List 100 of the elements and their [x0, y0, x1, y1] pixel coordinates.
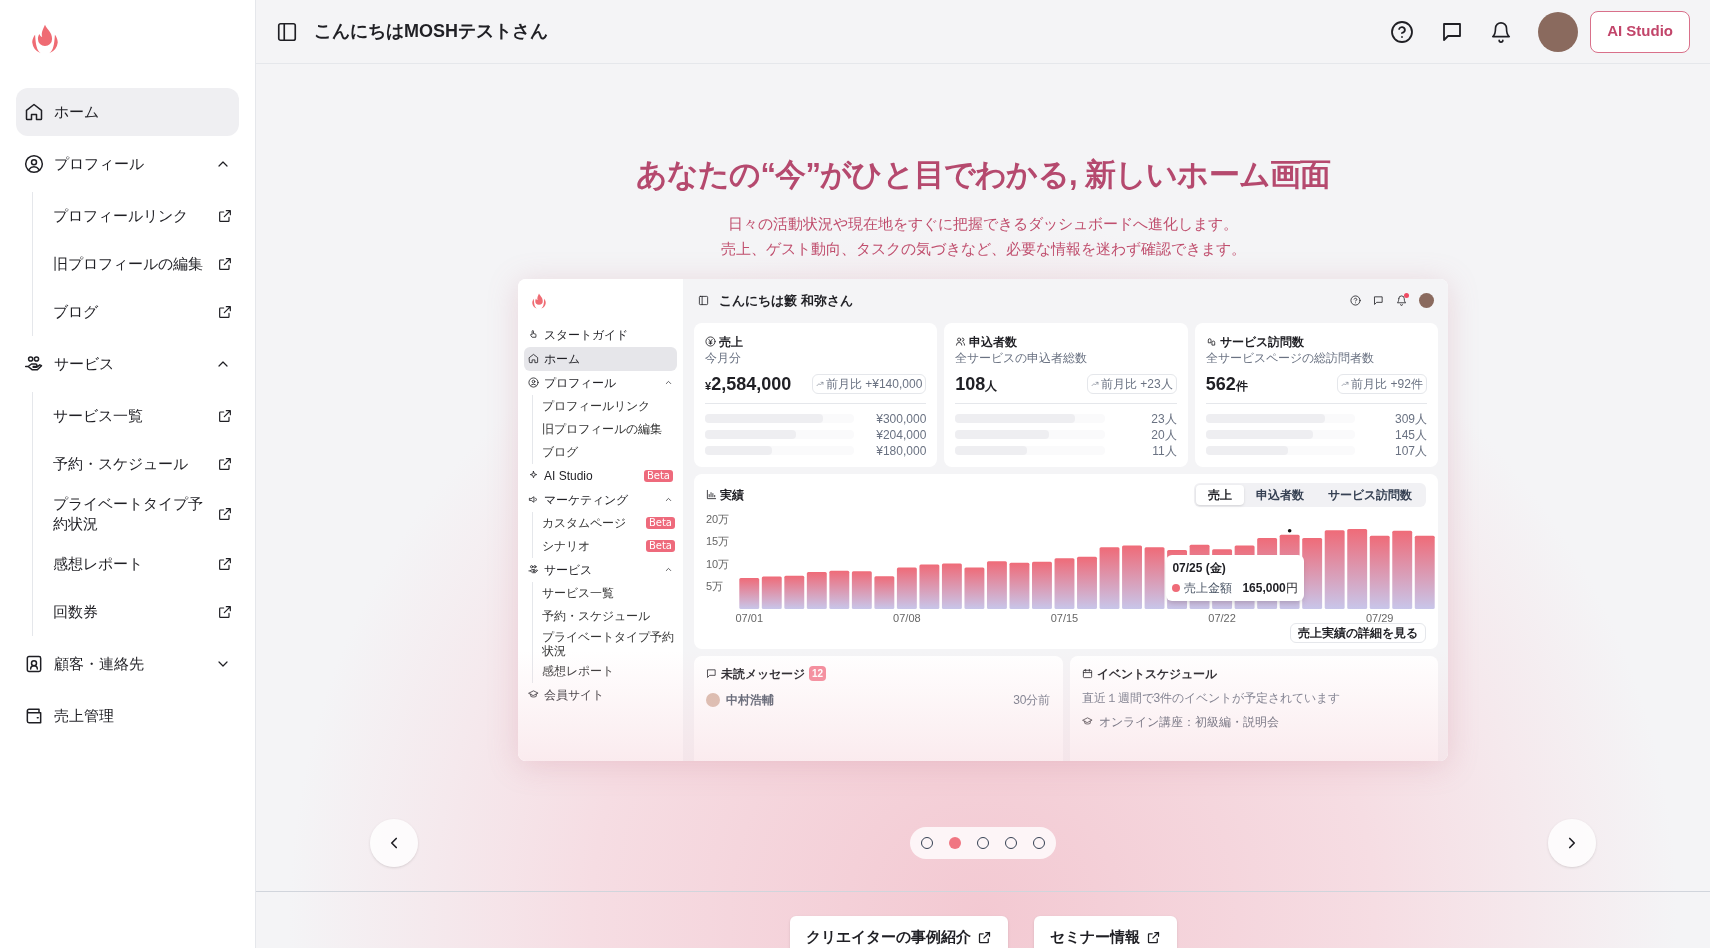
count-badge: 12: [809, 666, 827, 681]
nav-item[interactable]: ホーム: [524, 346, 677, 371]
yen-coin-icon: [705, 336, 716, 347]
nav-item[interactable]: ホーム: [16, 88, 239, 136]
help-icon: [1350, 295, 1361, 306]
avatar[interactable]: [1538, 11, 1579, 52]
row-value: 20人: [1150, 426, 1177, 444]
chart-bar: [784, 575, 805, 609]
chart-bar: [1077, 556, 1097, 609]
hero-title: あなたの“今”がひと目でわかる, 新しいホーム画面: [635, 156, 1331, 194]
external-link-icon: [217, 506, 233, 522]
chart-tab[interactable]: 売上: [1196, 484, 1244, 505]
external-link-button[interactable]: セミナー情報: [1033, 915, 1177, 948]
external-link-icon: [217, 304, 233, 320]
chart-bar: [1144, 546, 1165, 609]
nav-subitem[interactable]: プライベートタイプ予約状況: [33, 488, 239, 540]
nav-item[interactable]: 会員サイト: [524, 682, 677, 707]
stat-subtitle: 全サービスの申込者総数: [955, 350, 1089, 366]
nav-item[interactable]: マーケティング: [524, 487, 677, 512]
beta-badge: Beta: [645, 517, 675, 529]
stat-value: 108人: [955, 372, 999, 396]
pointer-hand-icon: [528, 329, 539, 340]
chevron-up-icon: [664, 378, 673, 387]
nav-subitem[interactable]: 予約・スケジュール: [33, 440, 239, 488]
nav-subitem[interactable]: サービス一覧: [33, 392, 239, 440]
nav-item[interactable]: プロフィール: [524, 370, 677, 395]
details-button[interactable]: 売上実績の詳細を見る: [1290, 622, 1426, 643]
hand-icon: [528, 564, 539, 575]
row-value: 145人: [1393, 426, 1427, 444]
chevron-up-icon: [664, 495, 673, 504]
external-link-icon: [217, 604, 233, 620]
nav-subitem[interactable]: ブログ: [33, 288, 239, 336]
megaphone-icon: [528, 494, 539, 505]
nav-item[interactable]: AI Studio Beta: [524, 463, 677, 488]
axis-label: 07/15: [1050, 611, 1079, 624]
chart-bar: [964, 567, 985, 609]
nav-subitem[interactable]: プロフィールリンク: [33, 192, 239, 240]
trend-up-icon: [1090, 379, 1099, 388]
chart-bar: [1302, 537, 1323, 609]
ai-studio-button[interactable]: AI Studio: [1590, 10, 1690, 53]
avatar: [706, 692, 720, 707]
nav-item[interactable]: スタートガイド: [524, 322, 677, 347]
nav-subitem[interactable]: カスタムページ Beta: [533, 511, 677, 535]
chart-tab[interactable]: 申込者数: [1244, 484, 1316, 505]
nav-subitem[interactable]: 感想レポート: [533, 659, 677, 683]
stat-subtitle: 全サービスページの総訪問者数: [1205, 350, 1375, 366]
sidebar-toggle-icon: [276, 20, 298, 43]
axis-label: 07/01: [735, 611, 763, 624]
stat-title: サービス訪問数: [1219, 333, 1304, 351]
nav-subitem[interactable]: ブログ: [533, 440, 677, 464]
nav-subitem[interactable]: 旧プロフィールの編集: [533, 417, 677, 441]
tooltip-date: 07/25 (金): [1172, 559, 1227, 577]
nav-item[interactable]: プロフィール: [16, 140, 239, 188]
chevron-up-icon: [664, 565, 673, 574]
external-link-icon: [217, 408, 233, 424]
nav-subitem[interactable]: プロフィールリンク: [533, 394, 677, 418]
nav-subitem[interactable]: 予約・スケジュール: [533, 604, 677, 628]
sender-name: 中村浩輔: [726, 691, 775, 709]
nav-item[interactable]: 売上管理: [16, 692, 239, 740]
chart-bar: [1032, 561, 1052, 609]
stat-value: ¥2,584,000: [705, 372, 793, 396]
stat-value: 562件: [1205, 372, 1249, 396]
contact-card-icon: [24, 654, 44, 674]
bell-icon: [1396, 295, 1407, 306]
bell-icon: [1490, 20, 1513, 43]
chart-tab[interactable]: サービス訪問数: [1316, 484, 1424, 505]
axis-label: 07/08: [893, 611, 921, 624]
axis-label: 07/29: [1365, 611, 1394, 624]
nav-subitem[interactable]: 感想レポート: [33, 540, 239, 588]
nav-subitem[interactable]: 回数券: [33, 588, 239, 636]
nav-item[interactable]: サービス: [524, 557, 677, 582]
external-link-icon: [1145, 930, 1161, 945]
stat-subtitle: 今月分: [705, 350, 742, 366]
avatar[interactable]: [1419, 293, 1434, 308]
chart-bar: [874, 575, 895, 609]
external-link-icon: [217, 556, 233, 572]
graduation-cap-icon: [1081, 716, 1093, 727]
events-summary: 直近１週間で3件のイベントが予定されています: [1081, 689, 1342, 707]
chat-icon: [1373, 295, 1384, 306]
card-title: 未読メッセージ: [721, 665, 805, 683]
calendar-icon: [1081, 668, 1093, 679]
chart-bar: [761, 576, 782, 609]
row-value: 23人: [1150, 410, 1177, 428]
nav-subitem[interactable]: 旧プロフィールの編集: [33, 240, 239, 288]
nav-item[interactable]: サービス: [16, 340, 239, 388]
nav-subitem[interactable]: サービス一覧: [533, 581, 677, 605]
chart-bar: [941, 563, 962, 609]
hand-icon: [24, 354, 44, 374]
event-name: オンライン講座：初級編・説明会: [1098, 713, 1279, 731]
message-time: 30分前: [1013, 691, 1051, 709]
chart-bar: [1054, 557, 1075, 609]
nav-subitem[interactable]: シナリオ Beta: [533, 534, 677, 558]
nav-subitem[interactable]: プライベートタイプ予約状況: [533, 627, 677, 660]
nav-item[interactable]: 顧客・連絡先: [16, 640, 239, 688]
greeting: こんにちは籔 和弥さん: [719, 291, 854, 310]
chart-bar: [919, 563, 940, 609]
chart-bar: [1009, 562, 1030, 609]
trend-up-icon: [1341, 379, 1350, 388]
hero-subtitle: 日々の活動状況や現在地をすぐに把握できるダッシュボードへ進化します。: [728, 213, 1238, 234]
external-link-button[interactable]: クリエイターの事例紹介: [789, 915, 1008, 948]
